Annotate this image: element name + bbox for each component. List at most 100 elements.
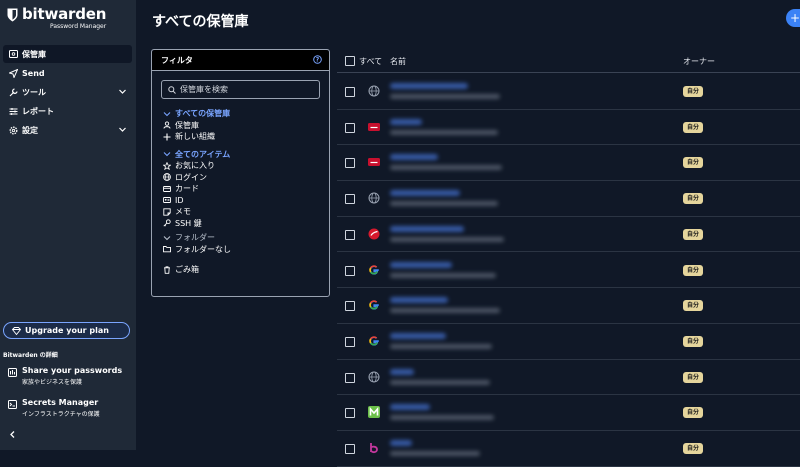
send-icon xyxy=(8,68,18,78)
item-name-link[interactable] xyxy=(390,332,446,339)
sidebar-item-send[interactable]: Send xyxy=(3,64,132,82)
brand-subtitle: Password Manager xyxy=(49,23,107,30)
google-icon xyxy=(368,299,380,311)
sidebar-item-label: 設定 xyxy=(22,125,38,135)
item-username xyxy=(390,94,500,99)
column-header-name[interactable]: 名前 xyxy=(390,56,406,67)
owner-badge: 自分 xyxy=(683,193,703,205)
globe-icon xyxy=(368,85,380,97)
table-row[interactable]: 自分 xyxy=(337,252,800,289)
secrets-manager-icon xyxy=(7,399,17,409)
filter-trash[interactable]: ごみ箱 xyxy=(162,264,231,276)
row-checkbox[interactable] xyxy=(345,301,355,312)
item-name-link[interactable] xyxy=(390,83,468,89)
row-checkbox[interactable] xyxy=(345,194,355,205)
row-checkbox[interactable] xyxy=(345,122,355,133)
promo-subtitle: インフラストラクチャの保護 xyxy=(22,411,100,418)
red-circle-brand-icon xyxy=(368,228,380,240)
filter-identity[interactable]: ID xyxy=(162,195,231,207)
chevron-down-icon[interactable] xyxy=(162,109,171,118)
gear-icon xyxy=(8,125,18,135)
chevron-down-icon[interactable] xyxy=(162,233,171,242)
secrets-manager-link[interactable]: Secrets Manager インフラストラクチャの保護 xyxy=(7,398,100,418)
filter-vault-personal[interactable]: 保管庫 xyxy=(162,120,231,132)
red-brand-icon xyxy=(368,121,380,133)
trash-icon xyxy=(162,265,171,274)
sidebar-nav: 保管庫 Send ツール レポート 設定 xyxy=(3,45,132,140)
sidebar-item-settings[interactable]: 設定 xyxy=(3,121,132,139)
row-checkbox[interactable] xyxy=(345,444,355,454)
item-username xyxy=(390,201,498,207)
filter-no-folder[interactable]: フォルダーなし xyxy=(162,244,231,256)
upgrade-plan-button[interactable]: Upgrade your plan xyxy=(3,322,130,339)
sidebar-item-tools[interactable]: ツール xyxy=(3,83,132,101)
table-row[interactable]: 自分 xyxy=(337,430,800,467)
table-row[interactable]: 自分 xyxy=(337,216,800,253)
filter-all-items[interactable]: 全てのアイテム xyxy=(162,149,231,161)
brand-logo[interactable]: bitwarden Password Manager xyxy=(7,7,106,30)
search-placeholder: 保管庫を検索 xyxy=(180,85,228,94)
table-row[interactable]: 自分 xyxy=(337,109,800,146)
item-name-link[interactable] xyxy=(390,154,438,161)
filter-folders[interactable]: フォルダー xyxy=(162,232,231,244)
table-row[interactable]: 自分 xyxy=(337,144,800,182)
row-checkbox[interactable] xyxy=(345,229,355,240)
item-name-link[interactable] xyxy=(390,261,452,268)
help-icon[interactable]: ? xyxy=(313,55,322,64)
share-passwords-link[interactable]: Share your passwords 家族やビジネスを保護 xyxy=(7,366,122,386)
table-row[interactable]: 自分 xyxy=(337,73,800,110)
row-checkbox[interactable] xyxy=(345,372,355,383)
brand-name: bitwarden xyxy=(22,5,107,23)
folder-icon xyxy=(162,245,171,254)
sidebar: bitwarden Password Manager 保管庫 Send ツール xyxy=(0,0,136,450)
item-name-link[interactable] xyxy=(390,297,448,304)
bitwarden-shield-icon xyxy=(7,8,18,22)
table-row[interactable]: 自分 xyxy=(337,180,800,217)
star-icon xyxy=(162,161,171,170)
m-brand-icon xyxy=(368,406,380,419)
filter-login[interactable]: ログイン xyxy=(162,172,231,184)
new-item-button[interactable]: + xyxy=(786,9,800,27)
more-from-bitwarden-heading: Bitwarden の詳細 xyxy=(3,352,58,359)
collapse-sidebar-chevron-left-icon[interactable] xyxy=(8,430,17,439)
filter-favorites[interactable]: お気に入り xyxy=(162,160,231,172)
chevron-down-icon[interactable] xyxy=(118,125,127,134)
item-name-link[interactable] xyxy=(390,404,430,411)
sidebar-item-vault[interactable]: 保管庫 xyxy=(3,45,132,63)
sidebar-item-reports[interactable]: レポート xyxy=(3,102,132,120)
diamond-icon xyxy=(11,326,21,336)
filter-ssh-key[interactable]: SSH 鍵 xyxy=(162,218,231,230)
row-checkbox[interactable] xyxy=(345,408,355,419)
row-checkbox[interactable] xyxy=(345,336,355,347)
item-name-link[interactable] xyxy=(390,225,464,232)
filter-card[interactable]: カード xyxy=(162,183,231,195)
filter-all-vaults[interactable]: すべての保管庫 xyxy=(162,108,231,120)
tools-icon xyxy=(8,87,18,97)
chevron-down-icon[interactable] xyxy=(162,150,171,159)
table-row[interactable]: 自分 xyxy=(337,323,800,360)
item-name-link[interactable] xyxy=(390,368,414,375)
row-checkbox[interactable] xyxy=(345,87,355,97)
b-brand-icon xyxy=(368,442,380,454)
table-row[interactable]: 自分 xyxy=(337,359,800,396)
item-name-link[interactable] xyxy=(390,440,412,446)
search-icon xyxy=(168,85,176,94)
select-all-checkbox[interactable] xyxy=(345,56,355,66)
chevron-down-icon[interactable] xyxy=(118,87,127,96)
item-name-link[interactable] xyxy=(390,190,460,197)
item-username xyxy=(390,272,496,278)
column-header-all[interactable]: すべて xyxy=(359,56,382,67)
row-checkbox[interactable] xyxy=(345,158,355,169)
filter-note[interactable]: メモ xyxy=(162,206,231,218)
item-name-link[interactable] xyxy=(390,118,422,125)
column-header-owner[interactable]: オーナー xyxy=(683,56,715,67)
vault-search-input[interactable]: 保管庫を検索 xyxy=(161,80,320,99)
owner-badge: 自分 xyxy=(683,335,703,347)
table-row[interactable]: 自分 xyxy=(337,394,800,431)
row-checkbox[interactable] xyxy=(345,265,355,276)
table-row[interactable]: 自分 xyxy=(337,287,800,324)
filter-new-organization[interactable]: 新しい組織 xyxy=(162,131,231,143)
google-icon xyxy=(368,335,380,347)
owner-badge: 自分 xyxy=(683,121,703,133)
filter-header: フィルタ ? xyxy=(152,50,329,71)
